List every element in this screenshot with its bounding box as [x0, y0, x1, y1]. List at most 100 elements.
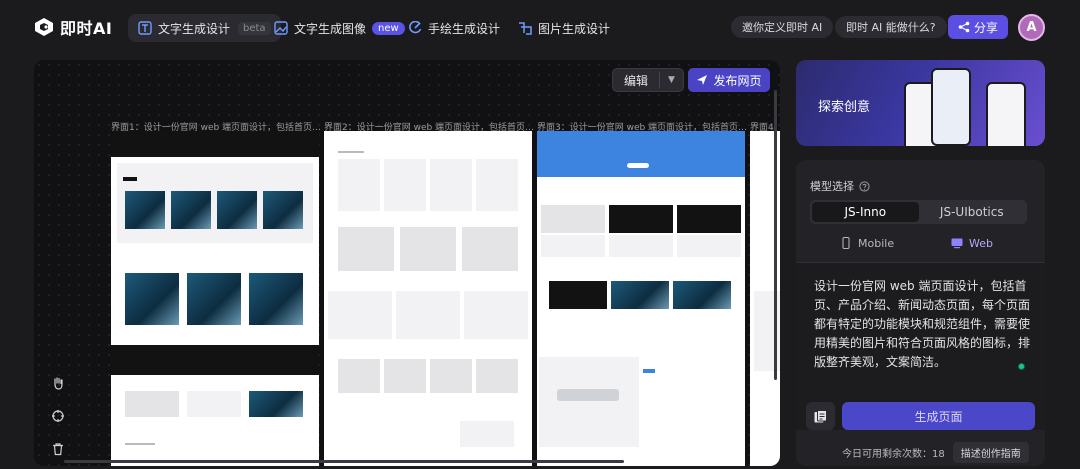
vertical-scrollbar[interactable] — [774, 90, 777, 380]
preview-card — [384, 359, 426, 393]
status-dot — [1018, 363, 1025, 370]
logo-icon — [35, 18, 53, 36]
remaining-quota-text: 今日可用剩余次数：18 — [842, 449, 945, 460]
prompt-guide-link[interactable]: 描述创作指南 — [952, 442, 1029, 463]
prompt-text[interactable]: 设计一份官网 web 端页面设计，包括首页、产品介绍、新闻动态页面，每个页面都有… — [814, 277, 1036, 372]
preview-hero — [537, 131, 745, 177]
generate-page-button[interactable]: 生成页面 — [842, 402, 1035, 430]
image-icon — [274, 21, 288, 35]
nav-tab-image-design[interactable]: 图片生成设计 — [518, 14, 610, 42]
preview-card — [476, 359, 518, 393]
trash-icon[interactable] — [51, 442, 65, 456]
model-option-js-uibotics[interactable]: JS-UIbotics — [919, 202, 1026, 222]
model-select-label: 模型选择 — [810, 178, 870, 194]
hand-icon[interactable] — [51, 376, 65, 390]
preview-image — [187, 391, 241, 417]
nav-tab-text-design[interactable]: 文字生成设计 beta — [128, 14, 281, 42]
preview-image — [549, 281, 607, 309]
what-can-ai-do-button[interactable]: 即时 AI 能做什么? — [835, 16, 947, 38]
publish-button[interactable]: 发布网页 — [688, 68, 770, 92]
nav-tab-label: 文字生成设计 — [158, 21, 231, 36]
nav-tab-label: 手绘生成设计 — [428, 21, 501, 36]
model-label-text: 模型选择 — [810, 180, 854, 193]
preview-image — [125, 191, 165, 229]
preview-card — [400, 227, 456, 271]
horizontal-scrollbar[interactable] — [64, 460, 624, 463]
preview-card — [338, 159, 380, 211]
preview-image — [171, 191, 211, 229]
explore-banner[interactable]: 探索创意 — [796, 60, 1045, 146]
preview-card — [462, 227, 518, 271]
preview-button — [643, 369, 655, 373]
generation-panel: 模型选择 JS-Inno JS-UIbotics Mobile Web 设计一份… — [796, 160, 1045, 466]
design-preview-3[interactable] — [537, 131, 745, 466]
top-bar: 即时AI 文字生成设计 beta 文字生成图像 new 手绘生成设计 图片生成设… — [0, 0, 1080, 54]
preview-image — [217, 191, 257, 229]
text-design-icon — [138, 21, 152, 35]
nav-tab-label: 文字生成图像 — [294, 21, 367, 36]
preview-image — [249, 273, 303, 325]
publish-label: 发布网页 — [713, 73, 762, 88]
preview-tag — [123, 177, 137, 181]
preview-image — [677, 205, 741, 233]
device-label: Web — [969, 236, 993, 250]
preview-hero-button — [627, 163, 649, 168]
preview-image — [673, 281, 731, 309]
mobile-icon — [842, 237, 850, 249]
monitor-icon — [951, 238, 963, 249]
user-avatar[interactable]: A — [1018, 14, 1045, 41]
preview-form — [460, 421, 514, 447]
preview-image — [125, 391, 179, 417]
edit-label: 编辑 — [623, 73, 648, 88]
share-icon — [958, 21, 970, 33]
preview-image — [249, 391, 303, 417]
preview-image — [609, 205, 673, 233]
template-icon — [814, 409, 827, 422]
model-option-js-inno[interactable]: JS-Inno — [812, 202, 919, 222]
device-option-web[interactable]: Web — [951, 234, 993, 252]
target-icon[interactable] — [51, 409, 65, 423]
edit-dropdown[interactable]: 编辑 ▼ — [612, 68, 684, 92]
device-option-mobile[interactable]: Mobile — [840, 234, 894, 252]
preview-card — [430, 359, 472, 393]
invite-button[interactable]: 邀你定义即时 AI — [731, 16, 834, 38]
chevron-down-icon[interactable]: ▼ — [660, 75, 683, 85]
preview-card — [384, 159, 426, 211]
nav-tab-sketch-design[interactable]: 手绘生成设计 — [408, 14, 500, 42]
image-to-design-icon — [519, 22, 532, 35]
preview-band — [111, 345, 319, 375]
preview-card — [328, 291, 392, 339]
preview-image — [187, 273, 241, 325]
canvas-toolbar — [48, 376, 68, 456]
share-button[interactable]: 分享 — [948, 15, 1008, 39]
preview-card — [609, 235, 673, 257]
preview-image — [125, 273, 179, 325]
template-button[interactable] — [806, 402, 835, 430]
beta-badge: beta — [238, 21, 271, 35]
preview-image — [541, 205, 605, 233]
preview-card — [338, 359, 380, 393]
help-icon[interactable] — [859, 180, 870, 192]
preview-card — [677, 235, 741, 257]
design-preview-1[interactable] — [111, 131, 319, 466]
model-selector: JS-Inno JS-UIbotics — [810, 200, 1027, 224]
nav-tab-text-image[interactable]: 文字生成图像 new — [274, 14, 405, 42]
preview-text-line — [125, 443, 155, 445]
new-badge: new — [372, 21, 405, 35]
phone-mockup — [931, 68, 971, 146]
preview-card — [464, 291, 528, 339]
design-canvas[interactable]: 编辑 ▼ 发布网页 界面1：设计一份官网 web 端页面设计，包括首页… 界面2… — [34, 60, 780, 466]
preview-drone-image — [539, 357, 639, 447]
preview-header — [111, 131, 319, 157]
app-logo[interactable]: 即时AI — [34, 15, 112, 39]
device-label: Mobile — [858, 236, 895, 250]
preview-drone-shape — [557, 389, 619, 401]
share-label: 分享 — [973, 20, 998, 35]
preview-image — [611, 281, 669, 309]
preview-card — [396, 291, 460, 339]
preview-card — [476, 159, 518, 211]
design-preview-2[interactable] — [324, 131, 532, 466]
preview-card — [541, 235, 605, 257]
preview-text-line — [338, 151, 364, 153]
preview-card — [430, 159, 472, 211]
